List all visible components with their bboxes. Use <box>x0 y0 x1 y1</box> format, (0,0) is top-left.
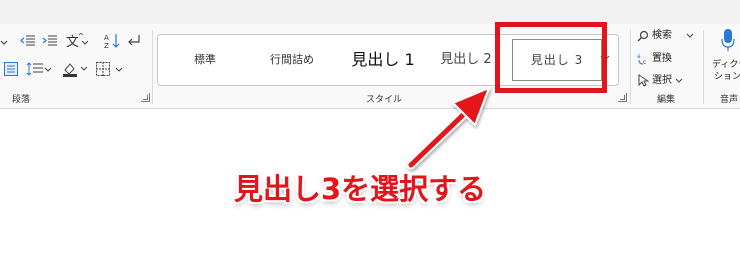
svg-text:c: c <box>643 59 646 65</box>
ribbon-home: 文 AZ 段落 標準 行間詰め 見出し 1 見出し 2 見出し 3 スタイル 検… <box>0 24 740 109</box>
style-no-spacing[interactable]: 行間詰め <box>254 35 330 85</box>
style-heading-1[interactable]: 見出し 1 <box>340 35 426 85</box>
style-heading-2[interactable]: 見出し 2 <box>430 35 502 85</box>
borders-icon[interactable] <box>96 62 124 76</box>
line-spacing-icon[interactable] <box>26 62 52 76</box>
highlight-box <box>495 22 607 93</box>
paragraph-group-label: 段落 <box>12 95 31 105</box>
group-separator <box>630 30 631 104</box>
show-paragraph-marks-icon[interactable] <box>126 33 142 49</box>
select-button[interactable]: 選択 <box>652 74 672 88</box>
increase-indent-icon[interactable] <box>42 34 58 48</box>
shading-icon[interactable] <box>62 61 88 77</box>
distributed-align-icon[interactable] <box>4 62 18 76</box>
svg-text:A: A <box>104 34 109 42</box>
paragraph-dialog-launcher[interactable] <box>141 93 150 102</box>
dictate-label-2[interactable]: ション <box>714 70 740 84</box>
chevron-down-icon[interactable] <box>686 33 694 39</box>
replace-button[interactable]: 置換 <box>652 52 672 66</box>
title-strip <box>0 0 740 24</box>
style-normal[interactable]: 標準 <box>176 35 234 85</box>
svg-text:Z: Z <box>104 42 109 49</box>
pointer-arrow <box>406 87 490 170</box>
find-button[interactable]: 検索 <box>652 29 672 43</box>
styles-group-label: スタイル <box>366 95 403 105</box>
replace-icon: ac <box>637 52 650 65</box>
asian-layout-icon[interactable]: 文 <box>66 33 88 49</box>
search-icon <box>637 30 649 42</box>
sort-icon[interactable]: AZ <box>104 33 120 49</box>
voice-group-label: 音声 <box>720 95 739 105</box>
select-cursor-icon <box>638 74 649 87</box>
svg-text:a: a <box>637 53 641 60</box>
svg-text:文: 文 <box>66 35 79 49</box>
microphone-icon[interactable] <box>721 28 735 52</box>
group-separator <box>703 30 704 104</box>
chevron-down-icon[interactable] <box>675 78 683 84</box>
annotation-caption: 見出し3を選択する <box>234 172 487 206</box>
chevron-down-icon[interactable] <box>0 38 8 46</box>
editing-group-label: 編集 <box>657 95 676 105</box>
decrease-indent-icon[interactable] <box>20 34 36 48</box>
group-separator <box>152 30 153 104</box>
styles-dialog-launcher[interactable] <box>618 93 627 102</box>
